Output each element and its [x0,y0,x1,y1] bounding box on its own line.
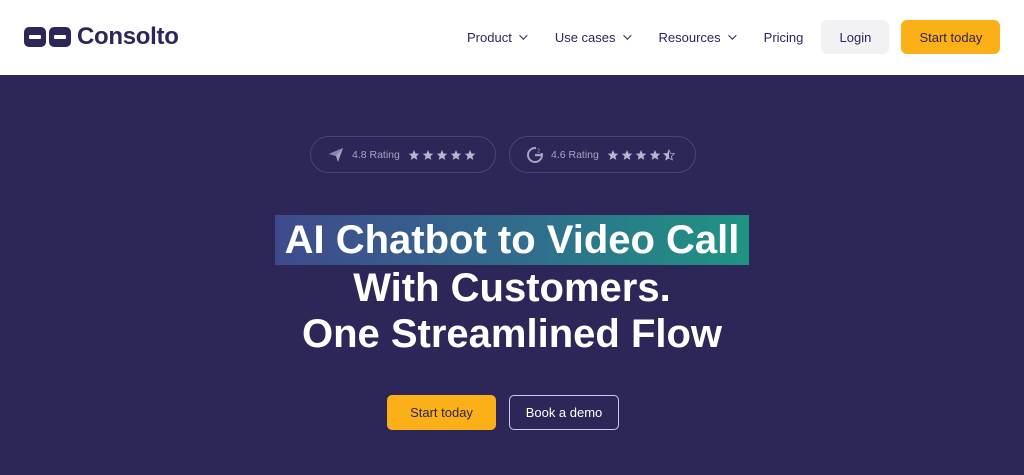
hero-headline: AI Chatbot to Video Call With Customers.… [0,215,1024,357]
cta-row: Start today Book a demo [387,395,619,430]
star-icon [621,149,633,160]
nav-item-pricing[interactable]: Pricing [764,30,804,45]
headline-highlight: AI Chatbot to Video Call [274,215,750,265]
headline-line-3: One Streamlined Flow [301,312,723,356]
login-button[interactable]: Login [821,20,890,54]
star-icon [464,149,476,160]
hero-section: 4.8 Rating 2 4.6 Rating AI Chatbot to Vi… [0,75,1024,475]
nav-item-label: Resources [658,29,721,45]
nav-item-label: Pricing [763,29,804,45]
capterra-icon [327,146,345,164]
logo-text: Consolto [77,23,179,50]
start-today-button[interactable]: Start today [387,395,496,430]
logo-mark-icon [24,27,71,47]
star-icon [436,149,448,160]
nav-item-label: Product [467,29,512,45]
capterra-rating-badge[interactable]: 4.8 Rating [310,136,496,173]
g2-rating-badge[interactable]: 2 4.6 Rating [509,136,696,173]
nav-item-resources[interactable]: Resources [658,29,737,45]
nav-item-label: Use cases [554,29,616,45]
star-icon [635,149,647,160]
nav-item-use-cases[interactable]: Use cases [554,29,632,45]
svg-text:2: 2 [537,148,540,154]
rating-label: 4.8 Rating [352,148,400,161]
main-nav: Product Use cases Resources Pricing Logi… [467,20,1001,54]
chevron-down-icon [727,31,737,40]
star-rating [408,149,476,161]
g2-icon: 2 [526,146,544,164]
star-half-icon [662,148,675,161]
star-icon [422,149,434,160]
star-rating [607,148,675,161]
star-icon [450,149,462,160]
star-icon [408,149,420,160]
nav-item-product[interactable]: Product [467,29,528,45]
consolto-logo[interactable]: Consolto [24,22,179,52]
headline-line-2: With Customers. [353,266,671,310]
book-demo-button[interactable]: Book a demo [509,395,619,430]
start-today-nav-button[interactable]: Start today [901,20,1001,54]
top-navbar: Consolto Product Use cases Resources Pri… [0,0,1024,75]
ratings-row: 4.8 Rating 2 4.6 Rating [310,136,696,173]
rating-label: 4.6 Rating [551,148,599,161]
star-icon [607,149,619,160]
chevron-down-icon [622,31,632,40]
chevron-down-icon [518,31,528,40]
star-icon [649,149,661,160]
